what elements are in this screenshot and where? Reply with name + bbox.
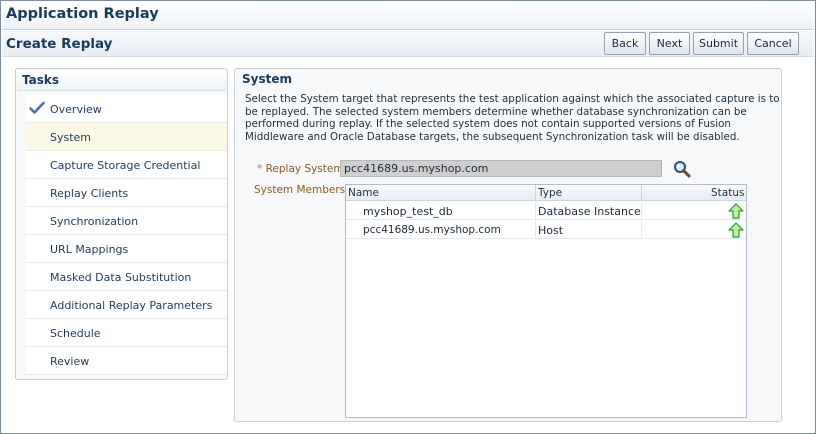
- task-item-system[interactable]: System: [26, 123, 227, 151]
- cancel-button[interactable]: Cancel: [747, 32, 799, 55]
- back-button[interactable]: Back: [604, 32, 646, 55]
- required-marker: *: [257, 163, 263, 175]
- system-members-label: System Members: [254, 184, 346, 196]
- task-item-replay-clients[interactable]: Replay Clients: [26, 179, 227, 207]
- system-title: System: [242, 72, 292, 86]
- member-type: Host: [538, 224, 564, 237]
- checkmark-icon: [29, 101, 45, 114]
- status-up-arrow-icon: [728, 222, 744, 238]
- column-header-status[interactable]: Status: [711, 187, 744, 199]
- task-label: Schedule: [50, 327, 101, 340]
- task-item-capture-storage-credential[interactable]: Capture Storage Credential: [26, 151, 227, 179]
- status-up-arrow-icon: [728, 203, 744, 219]
- task-label: Overview: [50, 103, 102, 116]
- tasks-panel: Tasks Overview System Capture Storage Cr…: [15, 68, 228, 380]
- replay-system-label: * Replay System: [257, 163, 344, 175]
- task-item-masked-data-substitution[interactable]: Masked Data Substitution: [26, 263, 227, 291]
- search-icon[interactable]: [673, 160, 691, 178]
- task-label: Additional Replay Parameters: [50, 299, 213, 312]
- column-header-type[interactable]: Type: [538, 187, 562, 199]
- system-panel: System Select the System target that rep…: [234, 68, 782, 422]
- task-label: Capture Storage Credential: [50, 159, 201, 172]
- app-header: Application Replay: [2, 2, 814, 30]
- next-button[interactable]: Next: [649, 32, 690, 55]
- replay-system-field[interactable]: pcc41689.us.myshop.com: [340, 160, 662, 177]
- task-item-schedule[interactable]: Schedule: [26, 319, 227, 347]
- page-title: Create Replay: [6, 36, 113, 52]
- app-title: Application Replay: [6, 6, 159, 22]
- member-name: myshop_test_db: [363, 205, 453, 218]
- task-label: Masked Data Substitution: [50, 271, 192, 284]
- task-item-synchronization[interactable]: Synchronization: [26, 207, 227, 235]
- task-label: Review: [50, 355, 90, 368]
- task-item-additional-replay-parameters[interactable]: Additional Replay Parameters: [26, 291, 227, 319]
- system-description: Select the System target that represents…: [245, 93, 780, 143]
- task-item-review[interactable]: Review: [26, 347, 227, 375]
- submit-button[interactable]: Submit: [693, 32, 744, 55]
- task-label: Synchronization: [50, 215, 139, 228]
- table-row[interactable]: pcc41689.us.myshop.com Host: [346, 221, 746, 239]
- replay-system-label-text: Replay System: [265, 163, 344, 175]
- application-window: Application Replay Create Replay Back Ne…: [0, 0, 816, 434]
- task-label: Replay Clients: [50, 187, 129, 200]
- task-item-url-mappings[interactable]: URL Mappings: [26, 235, 227, 263]
- system-members-table: Name Type Status myshop_test_db Database…: [345, 184, 747, 418]
- task-item-overview[interactable]: Overview: [26, 95, 227, 123]
- table-row[interactable]: myshop_test_db Database Instance: [346, 202, 746, 220]
- column-header-name[interactable]: Name: [348, 187, 379, 199]
- task-label: System: [50, 131, 92, 144]
- member-type: Database Instance: [538, 205, 641, 218]
- tasks-title: Tasks: [22, 73, 60, 87]
- member-name: pcc41689.us.myshop.com: [363, 224, 501, 236]
- tasks-header: Tasks: [17, 70, 226, 91]
- task-label: URL Mappings: [50, 243, 129, 256]
- task-list: Overview System Capture Storage Credenti…: [26, 95, 227, 375]
- table-header: Name Type Status: [346, 185, 746, 201]
